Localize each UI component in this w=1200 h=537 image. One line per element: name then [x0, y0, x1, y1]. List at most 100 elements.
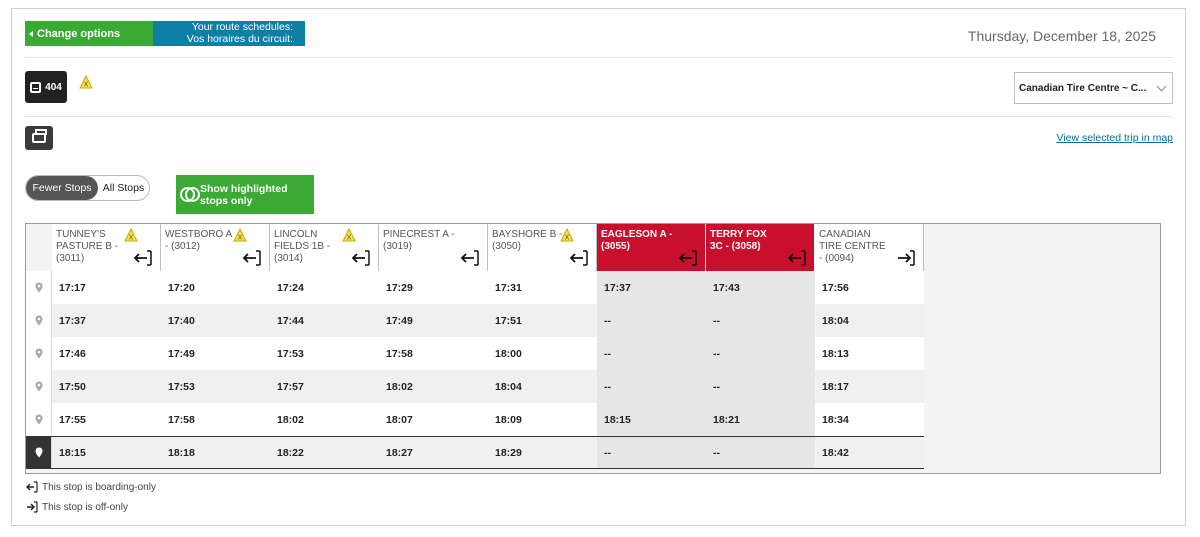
route-number: 404 [45, 81, 62, 93]
svg-text:X: X [565, 234, 570, 242]
time-cell: -- [713, 347, 720, 360]
boarding-only-icon [350, 249, 372, 267]
time-cell: 18:34 [822, 413, 849, 426]
show-highlighted-label: Show highlighted stops only [200, 183, 288, 207]
time-cell: 17:46 [59, 347, 86, 360]
time-cell: 18:09 [495, 413, 522, 426]
time-cell: 18:15 [604, 413, 631, 426]
time-cell: 17:37 [604, 281, 631, 294]
warning-icon[interactable]: X [79, 75, 93, 89]
time-cell: 18:02 [386, 380, 413, 393]
printer-icon [32, 129, 47, 143]
stop-header[interactable]: TUNNEY'S PASTURE B - (3011) X [52, 224, 161, 271]
time-cell: 18:13 [822, 347, 849, 360]
fewer-stops-option[interactable]: Fewer Stops [26, 176, 98, 200]
map-pin-icon[interactable] [26, 304, 52, 337]
chevron-down-icon [1156, 81, 1167, 92]
stop-name: TUNNEY'S PASTURE B - (3011) [56, 229, 119, 264]
legend-boarding-only-label: This stop is boarding-only [42, 481, 156, 493]
stop-header[interactable]: EAGLESON A - (3055) [597, 224, 706, 271]
time-cell: 18:07 [386, 413, 413, 426]
show-highlighted-stops-button[interactable]: Show highlighted stops only [176, 175, 314, 214]
time-cell: 17:17 [59, 281, 86, 294]
time-cell: 18:21 [713, 413, 740, 426]
boarding-only-icon [132, 249, 154, 267]
change-options-button[interactable]: Change options [25, 21, 153, 46]
time-cell: -- [713, 446, 720, 459]
svg-text:X: X [238, 234, 243, 242]
change-options-label: Change options [37, 27, 121, 40]
time-cell: 17:50 [59, 380, 86, 393]
time-cell: 17:20 [168, 281, 195, 294]
time-cell: -- [604, 380, 611, 393]
stop-name: LINCOLN FIELDS 1B - (3014) [274, 229, 331, 264]
stop-header[interactable]: LINCOLN FIELDS 1B - (3014) X [270, 224, 379, 271]
time-cell: 17:53 [277, 347, 304, 360]
map-pin-icon[interactable] [26, 403, 52, 436]
time-cell: 18:29 [495, 446, 522, 459]
time-cell: 18:42 [822, 446, 849, 459]
legend-boarding-only: This stop is boarding-only [25, 481, 156, 493]
selected-row-border [26, 436, 924, 437]
warning-icon[interactable]: X [342, 228, 356, 242]
time-cell: 17:29 [386, 281, 413, 294]
loop-icon [180, 187, 200, 202]
stop-name: PINECREST A - (3019) [383, 229, 455, 252]
map-pin-icon[interactable] [26, 370, 52, 403]
show-highlighted-label-line2: stops only [200, 194, 253, 207]
divider [25, 116, 1173, 117]
svg-text:X: X [84, 81, 89, 89]
warning-icon[interactable]: X [124, 228, 138, 242]
schedule-date: Thursday, December 18, 2025 [967, 28, 1156, 44]
stop-name: BAYSHORE B - (3050) [492, 229, 563, 252]
time-cell: 17:55 [59, 413, 86, 426]
svg-text:X: X [129, 234, 134, 242]
route-schedules-label-en: Your route schedules: [191, 21, 293, 33]
time-cell: 17:53 [168, 380, 195, 393]
selected-row-border [26, 468, 924, 469]
warning-icon[interactable]: X [560, 228, 574, 242]
map-pin-icon[interactable] [26, 436, 52, 469]
boarding-only-icon [786, 249, 808, 267]
boarding-only-icon [26, 481, 38, 493]
time-cell: 18:00 [495, 347, 522, 360]
map-pin-icon[interactable] [26, 337, 52, 370]
time-cell: 17:51 [495, 314, 522, 327]
stop-header[interactable]: CANADIAN TIRE CENTRE - (0094) [815, 224, 924, 271]
map-pin-icon[interactable] [26, 271, 52, 304]
route-badge[interactable]: 404 [25, 71, 67, 103]
stop-name: WESTBORO A - (3012) [165, 229, 232, 252]
time-cell: 17:49 [386, 314, 413, 327]
stop-header[interactable]: PINECREST A - (3019) [379, 224, 488, 271]
time-cell: 17:31 [495, 281, 522, 294]
route-schedules-label: Your route schedules: Vos horaires du ci… [153, 21, 305, 46]
time-cell: 17:24 [277, 281, 304, 294]
stop-name: EAGLESON A - (3055) [601, 229, 673, 252]
divider [25, 57, 1173, 58]
time-cell: 17:37 [59, 314, 86, 327]
destination-select[interactable]: Canadian Tire Centre ~ C... [1014, 72, 1173, 104]
print-button[interactable] [25, 126, 53, 150]
time-cell: 18:18 [168, 446, 195, 459]
time-cell: 17:58 [386, 347, 413, 360]
view-trip-map-link[interactable]: View selected trip in map [1056, 132, 1173, 144]
stop-header[interactable]: WESTBORO A - (3012) X [161, 224, 270, 271]
stop-density-toggle: Fewer Stops All Stops [25, 175, 150, 201]
stop-header[interactable]: TERRY FOX 3C - (3058) [706, 224, 815, 271]
all-stops-option[interactable]: All Stops [98, 176, 149, 200]
time-cell: 18:22 [277, 446, 304, 459]
legend-off-only: This stop is off-only [25, 501, 128, 513]
stop-header[interactable]: BAYSHORE B - (3050) X [488, 224, 597, 271]
boarding-only-icon [241, 249, 263, 267]
bus-icon [30, 81, 42, 93]
warning-icon[interactable]: X [233, 228, 247, 242]
boarding-only-icon [568, 249, 590, 267]
caret-left-icon [29, 30, 33, 37]
time-cell: 18:15 [59, 446, 86, 459]
boarding-only-icon [459, 249, 481, 267]
stop-name: CANADIAN TIRE CENTRE - (0094) [819, 229, 886, 264]
time-cell: 17:40 [168, 314, 195, 327]
time-cell: 17:44 [277, 314, 304, 327]
time-cell: 17:56 [822, 281, 849, 294]
svg-text:X: X [347, 234, 352, 242]
